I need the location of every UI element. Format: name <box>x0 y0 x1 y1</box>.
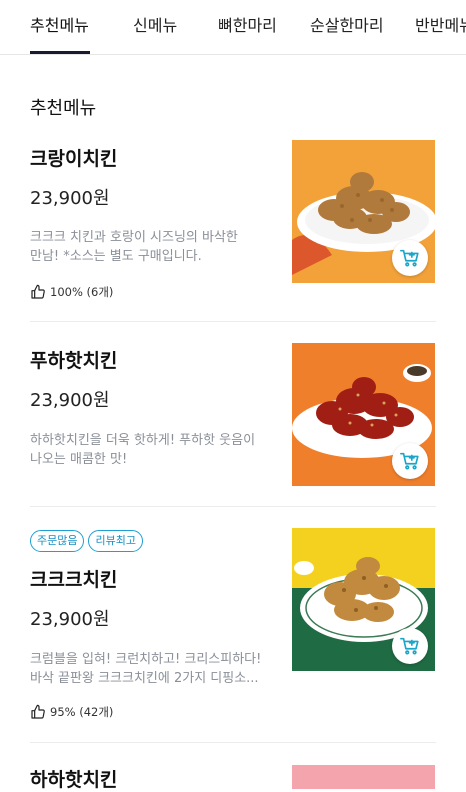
menu-item-name: 하하핫치킨 <box>30 769 118 791</box>
tab-bone-whole[interactable]: 뼈한마리 <box>218 0 277 54</box>
thumbs-up-icon <box>31 284 45 299</box>
add-to-cart-button[interactable] <box>392 240 428 276</box>
tab-new-menu[interactable]: 신메뉴 <box>133 0 177 54</box>
add-to-cart-button[interactable] <box>392 628 428 664</box>
menu-item-price: 23,900원 <box>30 390 110 411</box>
menu-item-name: 크크크치킨 <box>30 569 118 591</box>
menu-item-photo[interactable] <box>292 140 435 283</box>
menu-item-description: 크크크 치킨과 호랑이 시즈닝의 바삭한 만남! *소스는 별도 구매입니다. <box>30 230 238 264</box>
menu-item-price: 23,900원 <box>30 188 110 209</box>
active-tab-indicator <box>30 51 90 54</box>
menu-item-name: 크랑이치킨 <box>30 148 118 170</box>
divider <box>30 321 436 322</box>
menu-item-photo[interactable] <box>292 765 435 789</box>
likes-text: 100% (6개) <box>50 285 114 299</box>
badge-best-review: 리뷰최고 <box>88 530 143 552</box>
add-to-cart-button[interactable] <box>392 443 428 479</box>
menu-item-description: 크럼블을 입혀! 크런치하고! 크리스피하다! 바삭 끝판왕 크크크치킨에 2가… <box>30 652 262 686</box>
tab-half-half[interactable]: 반반메뉴 <box>415 0 466 54</box>
menu-item-photo[interactable] <box>292 343 435 486</box>
divider <box>30 506 436 507</box>
cart-plus-icon <box>400 452 419 470</box>
category-tabs: 추천메뉴 신메뉴 뼈한마리 순살한마리 반반메뉴 <box>0 0 466 55</box>
thumbs-up-icon <box>31 704 45 719</box>
badge-popular: 주문많음 <box>30 530 85 552</box>
tab-boneless-whole[interactable]: 순살한마리 <box>310 0 384 54</box>
menu-item-likes: 95% (42개) <box>30 703 113 721</box>
menu-item-description: 하하핫치킨을 더욱 핫하게! 푸하핫 웃음이 나오는 매콤한 맛! <box>30 433 256 467</box>
menu-item-name: 푸하핫치킨 <box>30 350 118 372</box>
tab-recommended[interactable]: 추천메뉴 <box>30 0 89 54</box>
cart-plus-icon <box>400 637 419 655</box>
menu-item-price: 23,900원 <box>30 609 110 630</box>
likes-text: 95% (42개) <box>50 705 114 719</box>
cart-plus-icon <box>400 249 419 267</box>
section-title: 추천메뉴 <box>30 98 97 119</box>
menu-item-photo[interactable] <box>292 528 435 671</box>
divider <box>30 742 436 743</box>
menu-item-likes: 100% (6개) <box>30 283 113 301</box>
badge-group: 주문많음 리뷰최고 <box>30 530 143 552</box>
